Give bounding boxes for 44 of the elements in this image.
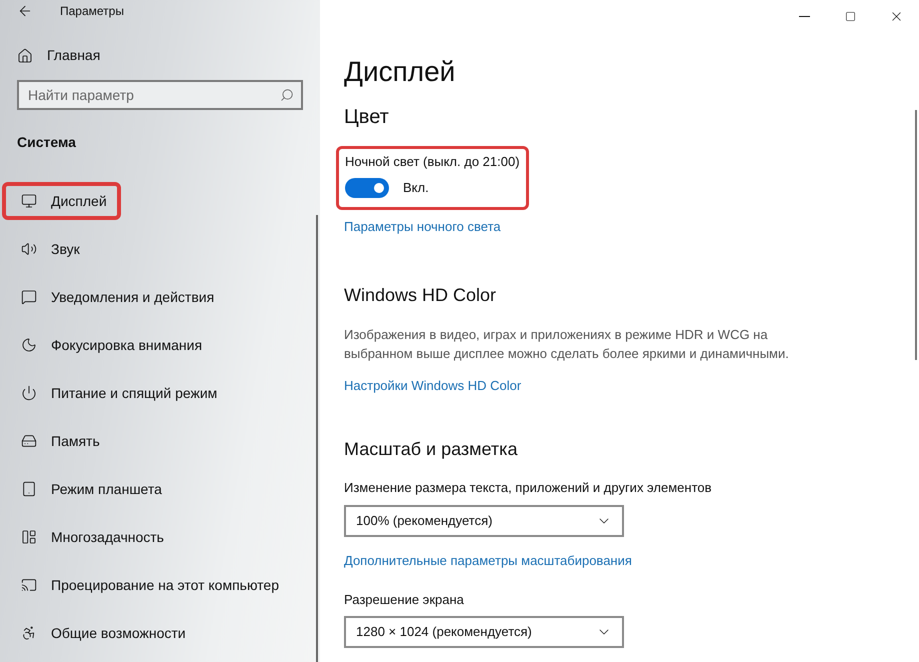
- nav-item[interactable]: Уведомления и действия: [2, 278, 234, 316]
- power-icon: [21, 385, 37, 401]
- nav-item[interactable]: Проецирование на этот компьютер: [2, 566, 298, 604]
- hd-color-link[interactable]: Настройки Windows HD Color: [344, 376, 522, 395]
- moon-icon: [21, 337, 37, 353]
- section-heading: Цвет: [344, 105, 389, 129]
- scale-dropdown[interactable]: 100% (рекомендуется): [344, 505, 624, 537]
- toggle-state: Вкл.: [403, 179, 429, 198]
- message-icon: [21, 289, 37, 305]
- monitor-icon: [21, 193, 37, 209]
- description-text: Изображения в видео, играх и приложениях в режиме HDR и WCG на выбранном выше дисплее можно сделать более яркими и динамичными.: [344, 326, 790, 362]
- setting-label: Разрешение экрана: [344, 590, 464, 608]
- nav-item[interactable]: Звук: [2, 230, 99, 268]
- search-icon: [280, 88, 294, 102]
- resolution-dropdown[interactable]: 1280 × 1024 (рекомендуется): [344, 616, 624, 648]
- home-icon: [17, 48, 33, 64]
- search-field[interactable]: Найти параметр: [17, 80, 303, 110]
- scrollbar[interactable]: [316, 215, 318, 662]
- home-item[interactable]: Главная: [17, 44, 303, 67]
- nav-item[interactable]: Фокусировка внимания: [2, 326, 222, 364]
- toggle-switch[interactable]: [345, 178, 389, 198]
- nav-item[interactable]: Дисплей: [2, 182, 121, 220]
- tablet-icon: [21, 481, 37, 497]
- scaling-link[interactable]: Дополнительные параметры масштабирования: [344, 551, 632, 570]
- nav-item[interactable]: Многозадачность: [2, 518, 183, 556]
- nav-item[interactable]: Питание и спящий режим: [2, 374, 236, 412]
- section-heading: Windows HD Color: [344, 284, 496, 306]
- nav-item[interactable]: Режим планшета: [2, 470, 181, 508]
- section-heading: Система: [17, 133, 77, 152]
- nav-item[interactable]: Память: [2, 422, 119, 460]
- setting-label: Изменение размера текста, приложений и других элементов: [344, 479, 712, 497]
- nav-item[interactable]: Общие возможности: [2, 614, 205, 652]
- accessibility-icon: [21, 625, 37, 641]
- setting-label: Ночной свет (выкл. до 21:00): [345, 153, 520, 171]
- night-light-link[interactable]: Параметры ночного света: [344, 217, 501, 236]
- maximize-icon: [844, 10, 856, 22]
- window-title: Параметры: [60, 3, 124, 20]
- page-title: Дисплей: [344, 55, 456, 89]
- section-heading: Масштаб и разметка: [344, 438, 518, 461]
- drive-icon: [21, 433, 37, 449]
- scrollbar[interactable]: [915, 110, 917, 360]
- layout-icon: [21, 529, 37, 545]
- cast-icon: [21, 577, 37, 593]
- speaker-icon: [21, 241, 37, 257]
